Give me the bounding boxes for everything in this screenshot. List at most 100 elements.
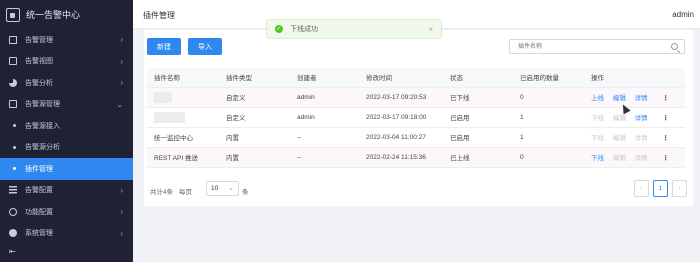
table-header-row: 插件名称 插件类型 创建者 修改时间 状态 已启用的数量 操作 <box>147 68 685 88</box>
sidebar-subitem-plugin-management[interactable]: 插件管理 <box>0 158 133 180</box>
detail-link: 详情 <box>634 135 648 142</box>
home-icon <box>9 35 17 44</box>
sidebar: 统一告警中心 告警管理 › 告警视图 › 告警分析 › 告警源管理 ⌄ 告警源接… <box>0 0 133 262</box>
sidebar-subitem-source-access[interactable]: 告警源接入 <box>0 115 133 137</box>
bullet-icon <box>13 167 16 171</box>
gear-icon <box>9 229 17 238</box>
table-row: 自定义 admin 2022-03-17 09:20:53 已下线 0 上线 编… <box>147 87 685 108</box>
column-header: 创建者 <box>290 68 359 88</box>
chevron-down-icon: ⌄ <box>116 99 123 109</box>
plugin-name-cell: 统一监控中心 <box>147 127 219 148</box>
sidebar-item-alarm-analysis[interactable]: 告警分析 › <box>0 72 133 94</box>
new-button[interactable]: 新建 <box>147 38 181 55</box>
actions-cell: 下线 编辑 详情 ⋮ <box>584 127 685 148</box>
actions-cell: 下线 编辑 详情 ⋮ <box>584 107 685 128</box>
prev-page-button[interactable]: ‹ <box>634 180 649 197</box>
status-cell: 已上线 <box>443 147 513 168</box>
brand: 统一告警中心 <box>0 0 133 29</box>
user-menu[interactable]: admin <box>672 10 694 19</box>
count-cell: 1 <box>513 107 584 128</box>
column-header: 已启用的数量 <box>513 68 584 88</box>
actions-cell: 下线 编辑 详情 ⋮ <box>584 147 685 168</box>
type-cell: 内置 <box>219 127 290 148</box>
search-input[interactable] <box>510 40 660 53</box>
modified-cell: 2022-03-04 11:00:27 <box>359 127 443 148</box>
collapse-sidebar-icon[interactable]: ⇤ <box>9 247 16 256</box>
sidebar-item-label: 告警分析 <box>25 79 53 87</box>
table-row: 自定义 admin 2022-03-17 09:18:00 已启用 1 下线 编… <box>147 107 685 128</box>
edit-link: 编辑 <box>612 155 626 162</box>
view-icon <box>9 57 17 66</box>
plugin-list-card: 新建 导入 插件名称 插件类型 创建者 修改时间 状态 已启用的数量 操作 自定… <box>144 30 693 206</box>
page-1-button[interactable]: 1 <box>653 180 668 197</box>
detail-link: 详情 <box>634 155 648 162</box>
bullet-icon <box>13 124 16 128</box>
next-page-button[interactable]: › <box>672 180 687 197</box>
sidebar-item-system-management[interactable]: 系统管理 › <box>0 223 133 245</box>
column-header: 插件名称 <box>147 68 219 88</box>
creator-cell: -- <box>290 147 359 168</box>
redacted-name <box>154 111 185 123</box>
plugin-name-cell: REST API 推送 <box>147 147 219 168</box>
config-icon <box>9 186 17 195</box>
import-button[interactable]: 导入 <box>188 38 222 55</box>
edit-link[interactable]: 编辑 <box>613 95 626 102</box>
online-link[interactable]: 上线 <box>591 95 604 102</box>
sidebar-item-label: 告警源接入 <box>25 122 60 130</box>
more-icon[interactable]: ⋮ <box>662 115 669 122</box>
type-cell: 自定义 <box>219 107 290 128</box>
offline-link[interactable]: 下线 <box>591 155 604 162</box>
close-icon[interactable]: × <box>428 25 433 34</box>
sidebar-item-alarm-config[interactable]: 告警配置 › <box>0 180 133 202</box>
chevron-down-icon: ⌄ <box>228 185 234 192</box>
edit-link: 编辑 <box>612 115 626 122</box>
count-cell: 1 <box>513 127 584 148</box>
more-icon[interactable]: ⋮ <box>662 155 669 162</box>
offline-link: 下线 <box>591 135 604 142</box>
toast-message: 下线成功 <box>290 26 318 33</box>
pie-chart-icon <box>9 78 17 87</box>
more-icon[interactable]: ⋮ <box>662 95 669 102</box>
modified-cell: 2022-03-17 09:18:00 <box>359 107 443 128</box>
total-count: 共计4条 <box>150 189 174 196</box>
chevron-right-icon: › <box>120 207 123 217</box>
column-header: 修改时间 <box>359 68 443 88</box>
chevron-right-icon: › <box>120 35 123 45</box>
search-icon[interactable] <box>671 43 678 50</box>
chevron-right-icon: › <box>120 185 123 195</box>
creator-cell: -- <box>290 127 359 148</box>
function-icon <box>9 207 17 216</box>
chevron-right-icon: › <box>120 56 123 66</box>
sidebar-item-label: 告警配置 <box>25 187 53 195</box>
sidebar-item-function-config[interactable]: 功能配置 › <box>0 201 133 223</box>
more-icon[interactable]: ⋮ <box>662 135 669 142</box>
sidebar-item-label: 功能配置 <box>25 208 53 216</box>
detail-link[interactable]: 详情 <box>635 115 648 122</box>
modified-cell: 2022-02-24 11:15:36 <box>359 147 443 168</box>
logo-icon <box>6 7 20 22</box>
sidebar-item-label: 告警源分析 <box>25 144 60 152</box>
sidebar-item-alarm-view[interactable]: 告警视图 › <box>0 51 133 73</box>
column-header: 插件类型 <box>219 68 290 88</box>
page-size-select[interactable]: 10 ⌄ <box>206 181 239 196</box>
sidebar-nav: 告警管理 › 告警视图 › 告警分析 › 告警源管理 ⌄ 告警源接入 告警源分析 <box>0 29 133 244</box>
creator-cell: admin <box>290 87 359 108</box>
detail-link[interactable]: 详情 <box>635 95 648 102</box>
status-cell: 已启用 <box>443 107 513 128</box>
count-cell: 0 <box>513 147 584 168</box>
bullet-icon <box>13 145 16 149</box>
status-cell: 已下线 <box>443 87 513 108</box>
sidebar-item-alarm-source-management[interactable]: 告警源管理 ⌄ <box>0 94 133 116</box>
sidebar-subitem-source-analysis[interactable]: 告警源分析 <box>0 137 133 159</box>
plugin-name-cell <box>147 87 219 108</box>
success-toast: ✓ 下线成功 × <box>266 19 442 39</box>
chevron-right-icon: › <box>120 78 123 88</box>
sidebar-item-label: 插件管理 <box>25 165 53 173</box>
sidebar-item-alarm-management[interactable]: 告警管理 › <box>0 29 133 51</box>
search-box <box>509 39 685 54</box>
pagination-bar: 共计4条 每页 10 ⌄ 条 ‹ 1 › <box>150 180 687 200</box>
sidebar-item-label: 告警源管理 <box>25 101 60 109</box>
sidebar-item-label: 告警视图 <box>25 58 53 66</box>
modified-cell: 2022-03-17 09:20:53 <box>359 87 443 108</box>
actions-cell: 上线 编辑 详情 ⋮ <box>584 87 685 108</box>
